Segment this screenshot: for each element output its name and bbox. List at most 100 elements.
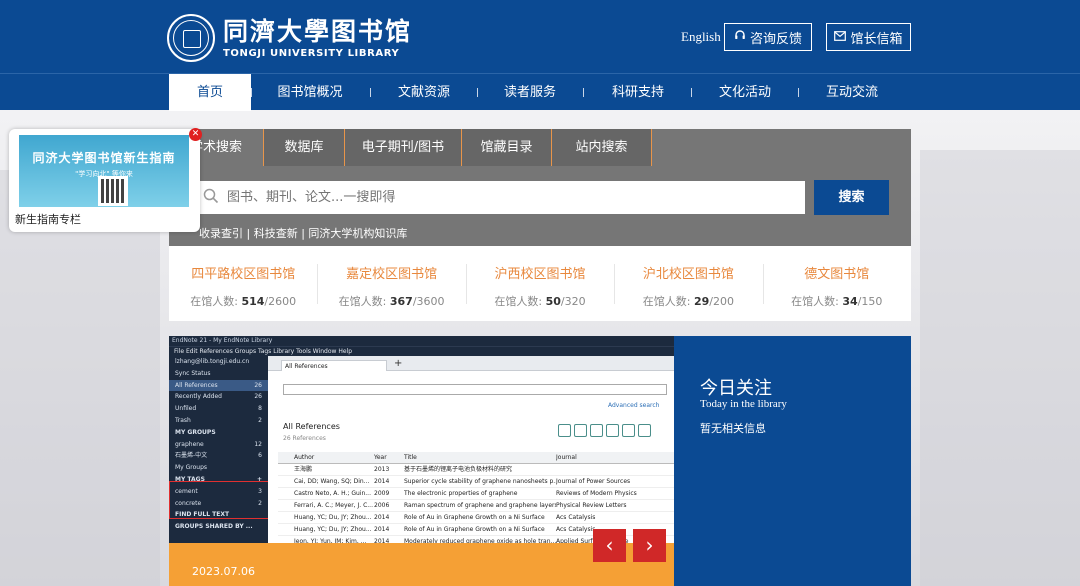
search-icon	[203, 188, 219, 208]
stat-count: 在馆人数: 34/150	[791, 295, 883, 308]
endnote-sidebar-item: 石墨烯-中文 6	[175, 452, 262, 460]
add-tab-icon: +	[394, 358, 403, 369]
share-icon	[606, 424, 619, 437]
search-input[interactable]	[227, 190, 787, 205]
search-box	[199, 181, 805, 214]
feature-message: 暂无相关信息	[700, 422, 766, 435]
mail-icon	[834, 30, 847, 45]
nav-divider	[798, 88, 799, 97]
chevron-right-icon[interactable]: ›	[633, 529, 666, 562]
banner-title: 同济大学图书馆新生指南	[32, 151, 176, 165]
english-link[interactable]: English	[681, 29, 721, 45]
nav-divider	[370, 88, 371, 97]
stat-name: 嘉定校区图书馆	[346, 267, 438, 282]
endnote-sidebar-item: Trash 2	[175, 416, 262, 424]
nav-cultural-activities[interactable]: 文化活动	[710, 74, 780, 111]
endnote-sidebar-item: Unfiled 8	[175, 405, 262, 413]
endnote-title: EndNote 21 - My EndNote Library	[169, 336, 674, 346]
endnote-sidebar-item: Recently Added 26	[175, 393, 262, 401]
pdf-icon	[622, 424, 635, 437]
endnote-sidebar-item: graphene 12	[175, 440, 262, 448]
university-seal-icon	[167, 14, 215, 62]
nav-divider	[477, 88, 478, 97]
site-header: 同濟大學图书馆 TONGJI UNIVERSITY LIBRARY Englis…	[0, 0, 1080, 73]
nav-divider	[251, 88, 252, 97]
search-tabs: 学术搜索 数据库 电子期刊/图书 馆藏目录 站内搜索	[169, 129, 652, 166]
endnote-menu: File Edit References Groups Tags Library…	[169, 346, 674, 356]
feature-subtitle: Today in the library	[700, 398, 787, 410]
search-panel: 学术搜索 数据库 电子期刊/图书 馆藏目录 站内搜索 搜索 收录查引 | 科技查…	[169, 129, 911, 246]
nav-home[interactable]: 首页	[169, 74, 251, 111]
endnote-table-row: Castro Neto, A. H.; Guin... 2009 The elect…	[278, 488, 674, 500]
tab-site-search[interactable]: 站内搜索	[552, 129, 652, 166]
director-mailbox-button[interactable]: 馆长信箱	[826, 23, 911, 51]
library-logo[interactable]: 同濟大學图书馆 TONGJI UNIVERSITY LIBRARY	[167, 14, 412, 62]
stat-name: 沪北校区图书馆	[642, 267, 734, 282]
news-slider[interactable]: EndNote 21 - My EndNote Library File Edi…	[169, 336, 674, 586]
nav-divider	[583, 88, 584, 97]
slide-date: 2023.07.06	[192, 565, 255, 578]
stat-huxi[interactable]: 沪西校区图书馆 在馆人数: 50/320	[465, 246, 614, 321]
popup-caption[interactable]: 新生指南专栏	[15, 211, 81, 227]
nav-research-support[interactable]: 科研支持	[603, 74, 673, 111]
endnote-sidebar-item: GROUPS SHARED BY ...	[175, 523, 253, 531]
endnote-sidebar-item: My Groups	[175, 464, 208, 472]
endnote-advanced-search: Advanced search	[608, 402, 660, 409]
stat-count: 在馆人数: 367/3600	[338, 295, 445, 308]
endnote-table-row: Huang, YC; Du, JY; Zhou... 2014 Role of Au…	[278, 512, 674, 524]
feature-title: 今日关注	[700, 378, 772, 399]
tags-highlight-box	[169, 481, 269, 519]
endnote-table-row: Ferrari, A. C.; Meyer, J. C... 2006 Raman …	[278, 500, 674, 512]
mailbox-label: 馆长信箱	[850, 31, 903, 47]
today-in-library: 今日关注 Today in the library 暂无相关信息	[674, 336, 911, 586]
stat-name: 沪西校区图书馆	[494, 267, 586, 282]
close-icon[interactable]: ✕	[189, 128, 202, 141]
stat-jiading[interactable]: 嘉定校区图书馆 在馆人数: 367/3600	[317, 246, 465, 321]
tab-ejournals-books[interactable]: 电子期刊/图书	[345, 129, 462, 166]
qr-code-icon	[98, 176, 128, 206]
quote-icon	[558, 424, 571, 437]
stat-count: 在馆人数: 514/2600	[190, 295, 297, 308]
endnote-search-field	[283, 384, 667, 395]
main-nav: 首页 图书馆概况 文献资源 读者服务 科研支持 文化活动 互动交流	[0, 73, 1080, 111]
nav-reader-services[interactable]: 读者服务	[495, 74, 565, 111]
nav-interaction[interactable]: 互动交流	[817, 74, 887, 111]
logo-english-name: TONGJI UNIVERSITY LIBRARY	[223, 47, 400, 59]
nav-about[interactable]: 图书馆概况	[270, 74, 350, 111]
endnote-table-header: Author Year Title Journal	[278, 452, 674, 464]
stat-name: 四平路校区图书馆	[191, 267, 296, 282]
stat-siping[interactable]: 四平路校区图书馆 在馆人数: 514/2600	[169, 246, 317, 321]
endnote-sidebar-item: Sync Status	[175, 369, 211, 377]
stat-name: 德文图书馆	[804, 267, 870, 282]
stat-german[interactable]: 德文图书馆 在馆人数: 34/150	[762, 246, 911, 321]
tab-catalog[interactable]: 馆藏目录	[462, 129, 552, 166]
endnote-table-row: Cai, DD; Wang, SQ; Din... 2014 Superior cy…	[278, 476, 674, 488]
globe-icon	[638, 424, 651, 437]
consult-button[interactable]: 咨询反馈	[724, 23, 812, 51]
endnote-subheading: 26 References	[283, 435, 326, 442]
endnote-sidebar-item: MY GROUPS	[175, 428, 216, 436]
stat-count: 在馆人数: 29/200	[642, 295, 734, 308]
insert-icon	[574, 424, 587, 437]
library-occupancy: 四平路校区图书馆 在馆人数: 514/2600 嘉定校区图书馆 在馆人数: 36…	[169, 246, 911, 321]
endnote-tab: All References	[281, 360, 387, 371]
headset-icon	[734, 29, 746, 45]
stat-count: 在馆人数: 50/320	[494, 295, 586, 308]
freshman-guide-banner[interactable]: 同济大学图书馆新生指南 "学习向北" 等你来	[19, 135, 189, 207]
endnote-sidebar-item: All References 26	[169, 379, 268, 392]
endnote-heading: All References	[283, 422, 340, 431]
logo-chinese-name: 同濟大學图书馆	[223, 16, 413, 46]
search-quick-links[interactable]: 收录查引 | 科技查新 | 同济大学机构知识库	[199, 225, 407, 241]
endnote-table-row: 王海鹏 2013 基于石墨烯的锂离子电池负极材料的研究	[278, 464, 674, 476]
add-user-icon	[590, 424, 603, 437]
freshman-guide-popup[interactable]: 同济大学图书馆新生指南 "学习向北" 等你来 新生指南专栏 ✕	[9, 128, 202, 232]
consult-label: 咨询反馈	[749, 31, 802, 47]
chevron-left-icon[interactable]: ‹	[593, 529, 626, 562]
endnote-toolbar-icons	[558, 424, 651, 437]
stat-hubei[interactable]: 沪北校区图书馆 在馆人数: 29/200	[614, 246, 762, 321]
nav-resources[interactable]: 文献资源	[389, 74, 459, 111]
endnote-sidebar-item: lzhang@lib.tongji.edu.cn	[175, 358, 250, 365]
tab-databases[interactable]: 数据库	[264, 129, 345, 166]
search-button[interactable]: 搜索	[814, 180, 889, 215]
nav-divider	[691, 88, 692, 97]
